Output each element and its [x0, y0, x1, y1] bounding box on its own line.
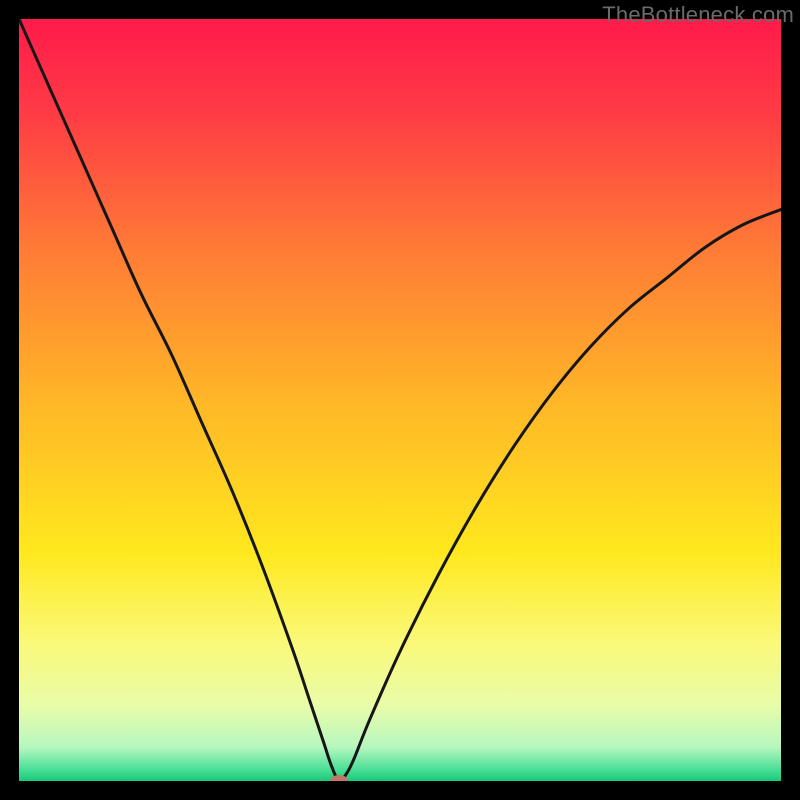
- chart-canvas: [19, 19, 781, 781]
- gradient-background: [19, 19, 781, 781]
- watermark-text: TheBottleneck.com: [602, 2, 794, 28]
- chart-frame: TheBottleneck.com: [0, 0, 800, 800]
- plot-area: [19, 19, 781, 781]
